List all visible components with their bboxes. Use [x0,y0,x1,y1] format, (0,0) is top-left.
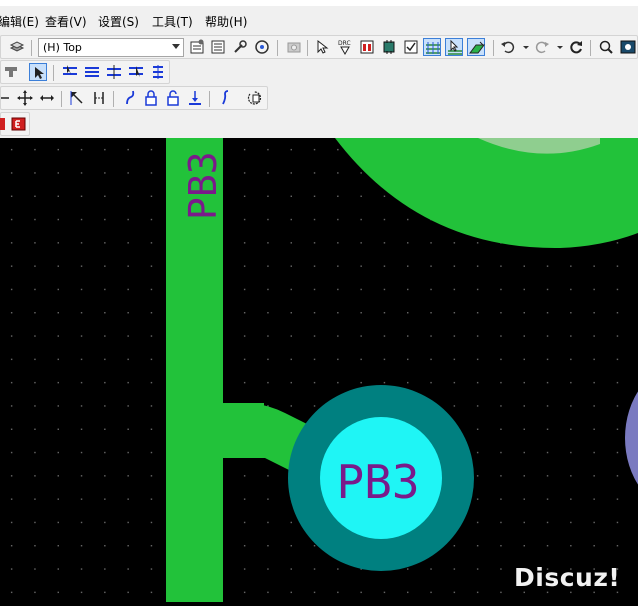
separator [113,91,114,107]
lock-icon[interactable] [142,89,160,107]
route-trace-icon[interactable] [61,63,79,81]
toolbar-routing [0,60,170,84]
arc-trace-icon[interactable] [121,89,139,107]
menu-help[interactable]: 帮助(H) [205,13,247,30]
separator [493,40,494,56]
toolbar-main: (H) Top DRC [0,35,638,59]
separator [590,40,591,56]
component-icon[interactable] [380,38,398,56]
move-icon[interactable] [16,89,34,107]
separator [307,40,308,56]
fill-icon[interactable] [467,38,485,56]
menu-tools[interactable]: 工具(T) [152,13,193,30]
menu-bar: 编辑(E) 查看(V) 设置(S) 工具(T) 帮助(H) [0,10,638,32]
split-icon[interactable] [90,89,108,107]
list-icon[interactable] [209,38,227,56]
zoom-icon[interactable] [597,38,615,56]
watermark: Discuz! [514,563,621,592]
toolbar-misc [0,112,30,136]
route-tune-icon[interactable] [149,63,167,81]
curve-icon[interactable] [217,89,235,107]
exit-icon[interactable] [10,115,28,133]
target-icon[interactable] [253,38,271,56]
separator [53,65,54,81]
cross-arrow-icon[interactable] [0,89,9,107]
pcb-canvas[interactable]: PB3 PB3 [0,138,638,602]
hand-icon[interactable] [3,63,21,81]
chevron-down-icon [172,44,180,49]
application-chrome: 编辑(E) 查看(V) 设置(S) 工具(T) 帮助(H) (H) Top DR… [0,0,638,139]
undo-dropdown-icon[interactable] [517,38,529,56]
separator [61,91,62,107]
drc-check-icon[interactable]: DRC [336,38,354,56]
route-select-icon[interactable] [445,38,463,56]
camera-icon[interactable] [285,38,303,56]
route-multi-icon[interactable] [83,63,101,81]
svg-text:DRC: DRC [338,40,351,47]
red-tool-icon[interactable] [0,115,7,133]
separator [277,40,278,56]
separator [209,91,210,107]
unlock-icon[interactable] [164,89,182,107]
route-auto-icon[interactable] [127,63,145,81]
corner-arrow-icon[interactable] [68,89,86,107]
separator [31,40,32,56]
layer-settings-icon[interactable] [188,38,206,56]
menu-edit[interactable]: 编辑(E) [0,13,39,30]
refresh-icon[interactable] [567,38,585,56]
layer-select-value: (H) Top [43,41,82,54]
route-diff-icon[interactable] [105,63,123,81]
menu-view[interactable]: 查看(V) [45,13,87,30]
via-icon[interactable] [186,89,204,107]
undo-icon[interactable] [499,38,517,56]
toolbar-edit [0,86,268,110]
pointer-icon[interactable] [29,63,47,81]
rotate-icon[interactable] [245,89,263,107]
redo-dropdown-icon[interactable] [551,38,563,56]
checklist-icon[interactable] [402,38,420,56]
report-icon[interactable] [358,38,376,56]
wrench-icon[interactable] [231,38,249,56]
layer-stack-icon[interactable] [8,38,26,56]
routing-grid-icon[interactable] [423,38,441,56]
pad-label: PB3 [336,455,419,509]
layer-select[interactable]: (H) Top [38,38,184,57]
menu-settings[interactable]: 设置(S) [98,13,139,30]
select-arrow-icon[interactable] [314,38,332,56]
redo-icon[interactable] [533,38,551,56]
vertical-silk-label: PB3 [181,151,225,220]
view-3d-icon[interactable] [619,38,637,56]
stretch-icon[interactable] [38,89,56,107]
title-bar-strip [0,0,638,6]
